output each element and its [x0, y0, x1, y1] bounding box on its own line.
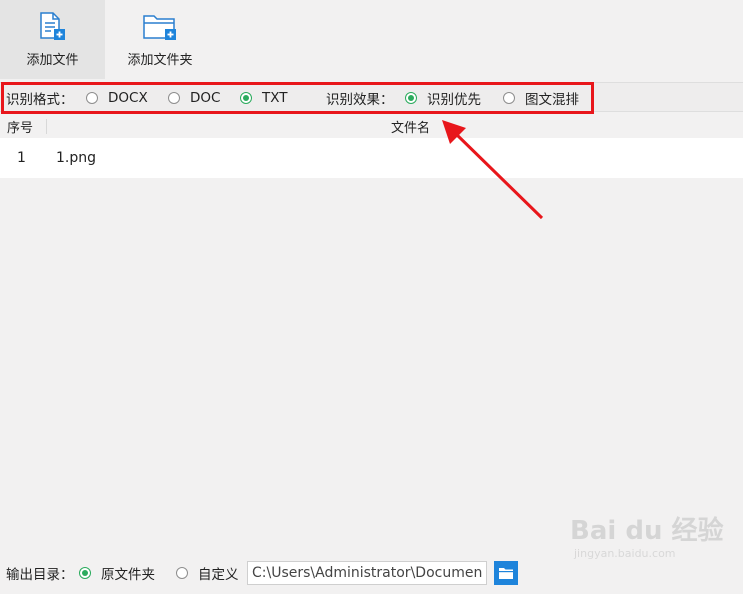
- format-option-label: DOCX: [108, 90, 148, 106]
- radio-icon: [168, 92, 180, 104]
- row-filename: 1.png: [56, 150, 97, 166]
- options-bar: 识别格式： DOCX DOC TXT 识别效果： 识别优先 图文混排: [0, 82, 743, 112]
- watermark-main: Bai du 经验: [570, 516, 724, 546]
- format-option-label: DOC: [190, 90, 221, 106]
- format-option-txt[interactable]: TXT: [240, 83, 288, 113]
- output-option-original-folder[interactable]: 原文件夹: [79, 556, 155, 590]
- output-option-label: 原文件夹: [101, 567, 155, 583]
- output-label: 输出目录：: [6, 556, 74, 590]
- radio-checked-icon: [405, 92, 417, 104]
- add-file-icon: [39, 12, 65, 40]
- radio-checked-icon: [79, 567, 91, 579]
- radio-icon: [503, 92, 515, 104]
- add-folder-label: 添加文件夹: [127, 53, 193, 68]
- toolbar: 添加文件 添加文件夹: [0, 0, 743, 79]
- radio-checked-icon: [240, 92, 252, 104]
- file-list: 1 1.png: [0, 138, 743, 178]
- add-folder-icon: [143, 15, 176, 40]
- format-label-text: 识别格式：: [6, 92, 74, 108]
- table-row[interactable]: 1 1.png: [0, 138, 743, 178]
- folder-icon: [499, 568, 513, 579]
- watermark-logo: Bai du 经验 jingyan.baidu.com: [570, 510, 724, 560]
- output-label-text: 输出目录：: [6, 567, 74, 583]
- format-option-docx[interactable]: DOCX: [86, 83, 148, 113]
- browse-folder-button[interactable]: [494, 561, 518, 585]
- effect-option-label: 识别优先: [427, 92, 481, 108]
- output-footer: 输出目录： 原文件夹 自定义: [0, 556, 743, 594]
- add-folder-button[interactable]: 添加文件夹: [110, 0, 210, 79]
- output-option-label: 自定义: [198, 567, 239, 583]
- column-header-filename[interactable]: 文件名: [391, 117, 430, 136]
- effect-label-text: 识别效果：: [326, 92, 394, 108]
- effect-option-accuracy[interactable]: 识别优先: [405, 83, 481, 113]
- add-file-label: 添加文件: [26, 53, 79, 68]
- column-divider: [46, 119, 47, 134]
- format-option-doc[interactable]: DOC: [168, 83, 220, 113]
- effect-option-label: 图文混排: [525, 92, 579, 108]
- table-header: 序号 文件名: [0, 115, 743, 137]
- output-path-input[interactable]: [247, 561, 487, 585]
- radio-icon: [176, 567, 188, 579]
- format-label: 识别格式：: [6, 83, 74, 113]
- format-option-label: TXT: [262, 90, 288, 106]
- row-seq: 1: [17, 150, 26, 166]
- column-header-seq[interactable]: 序号: [7, 117, 33, 136]
- effect-label: 识别效果：: [326, 83, 394, 113]
- effect-option-mixed[interactable]: 图文混排: [503, 83, 579, 113]
- radio-icon: [86, 92, 98, 104]
- output-option-custom[interactable]: 自定义: [176, 556, 239, 590]
- add-file-button[interactable]: 添加文件: [0, 0, 105, 79]
